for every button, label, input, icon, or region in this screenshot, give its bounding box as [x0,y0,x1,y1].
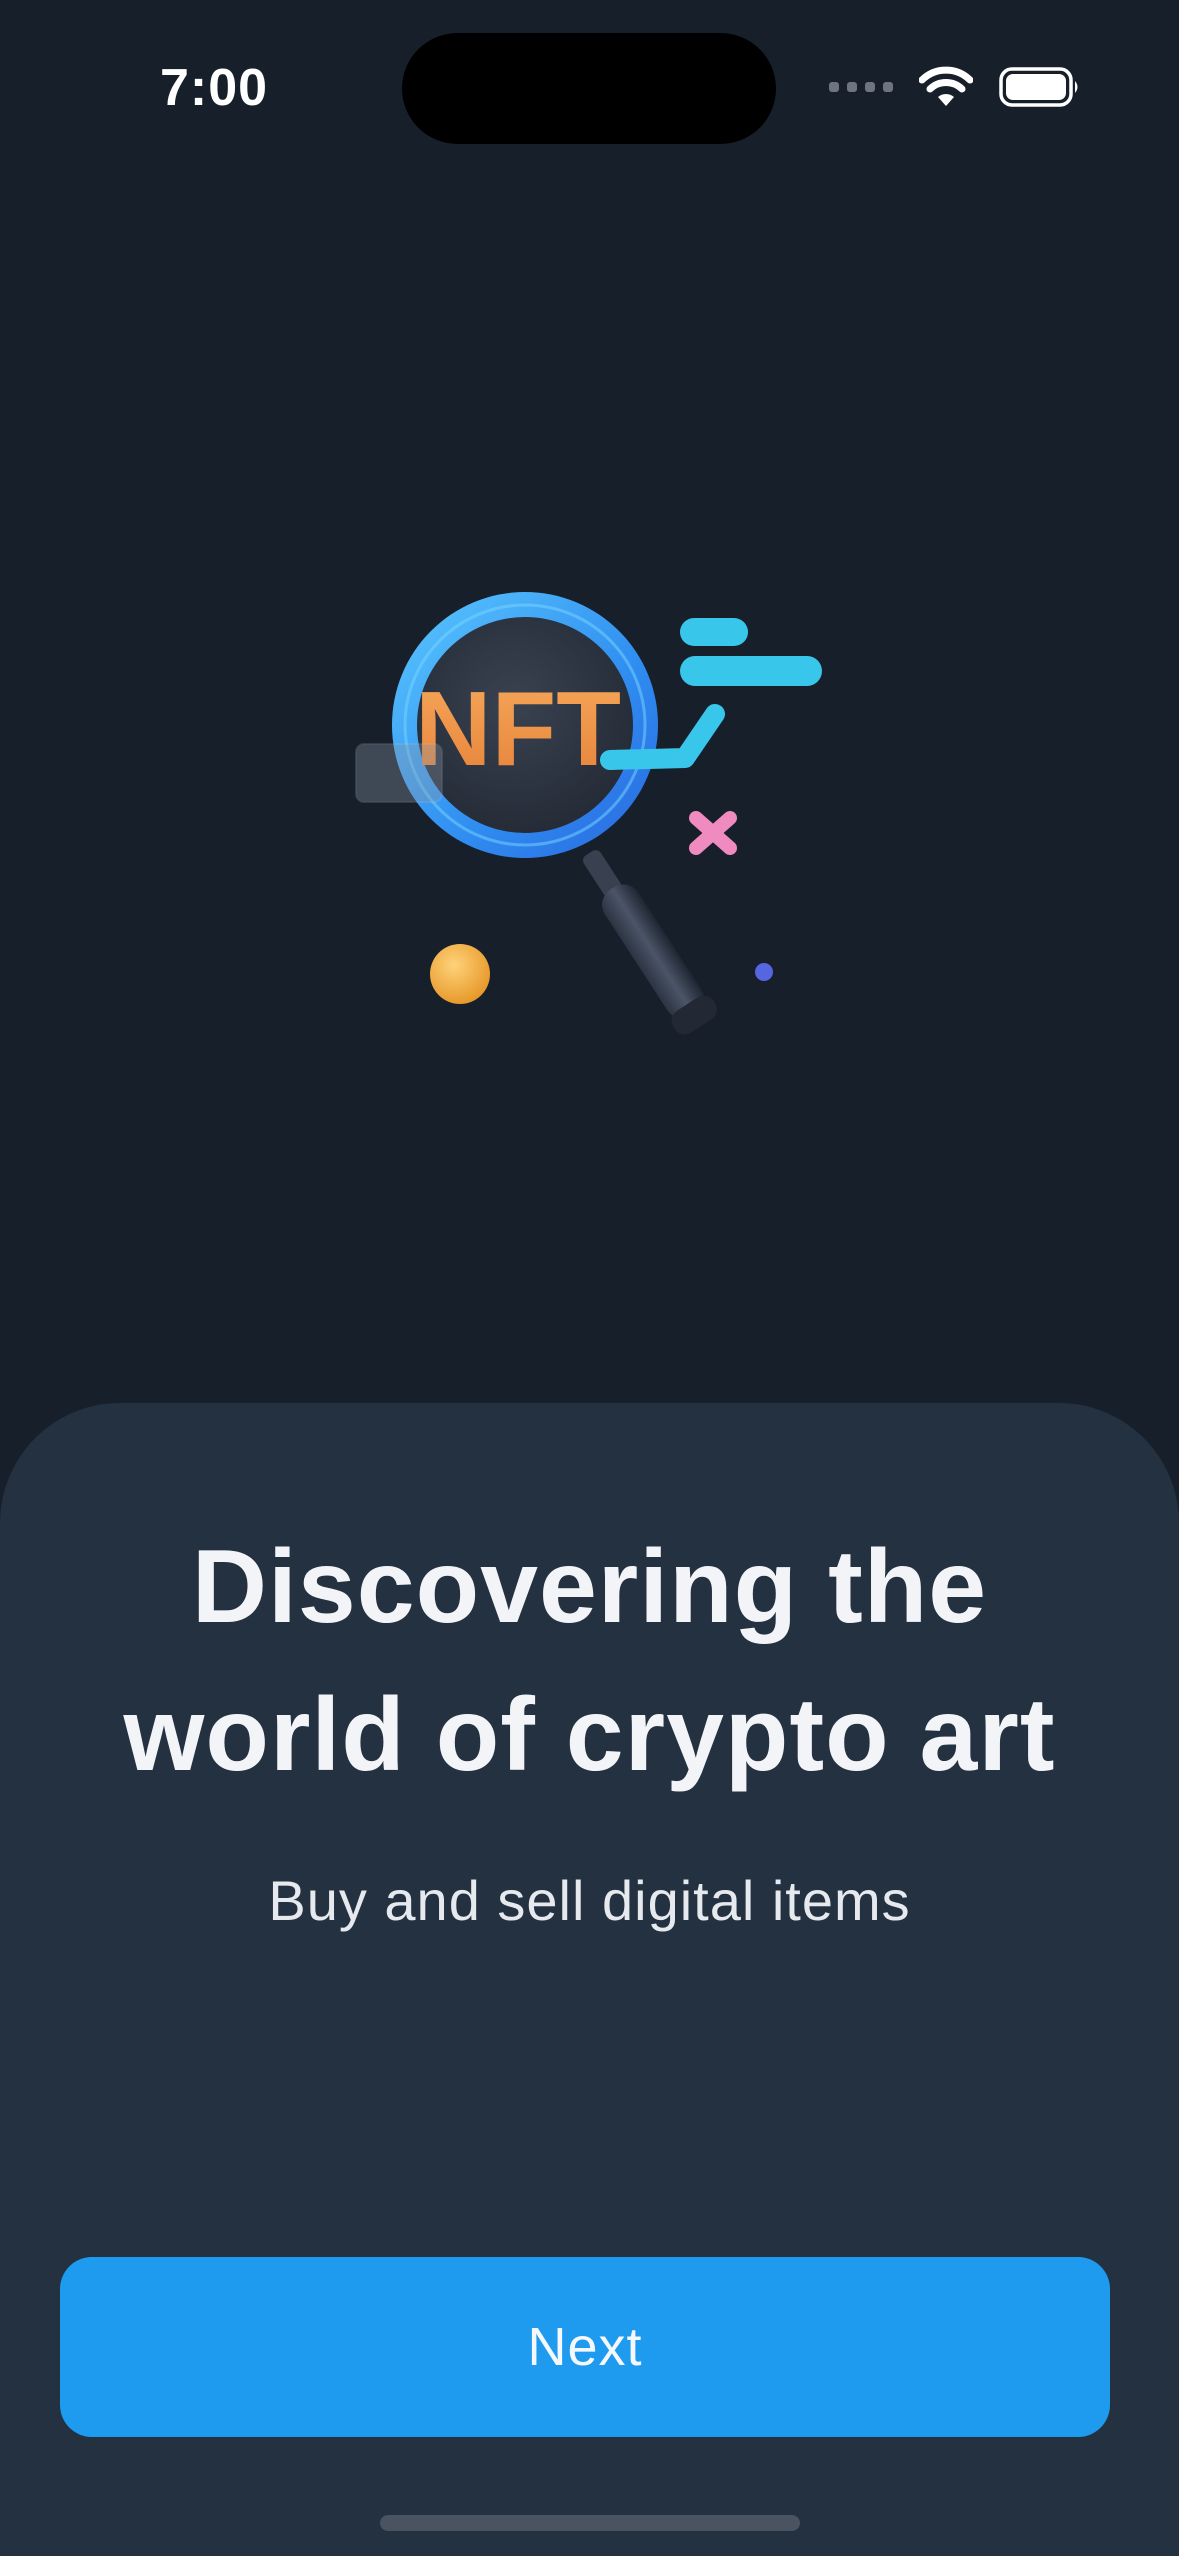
onboarding-sheet: Discovering the world of crypto art Buy … [0,1403,1179,2556]
nft-magnifier-illustration: NFT [355,592,822,1035]
signal-dots-icon [829,82,893,92]
status-time: 7:00 [160,59,269,117]
battery-icon [999,67,1078,107]
nft-logo-text: NFT [415,670,621,788]
next-button[interactable]: Next [60,2257,1110,2437]
onboarding-title: Discovering the world of crypto art [123,1529,1056,1793]
wifi-icon [919,66,973,106]
onboarding-subtitle: Buy and sell digital items [268,1869,911,1932]
magnifier-handle [583,850,717,1035]
dynamic-island [402,33,776,144]
onboarding-screen: 7:00 NFT Discovering the world of crypto… [0,0,1179,2556]
status-icons [829,62,1081,112]
home-indicator[interactable] [380,2515,800,2531]
